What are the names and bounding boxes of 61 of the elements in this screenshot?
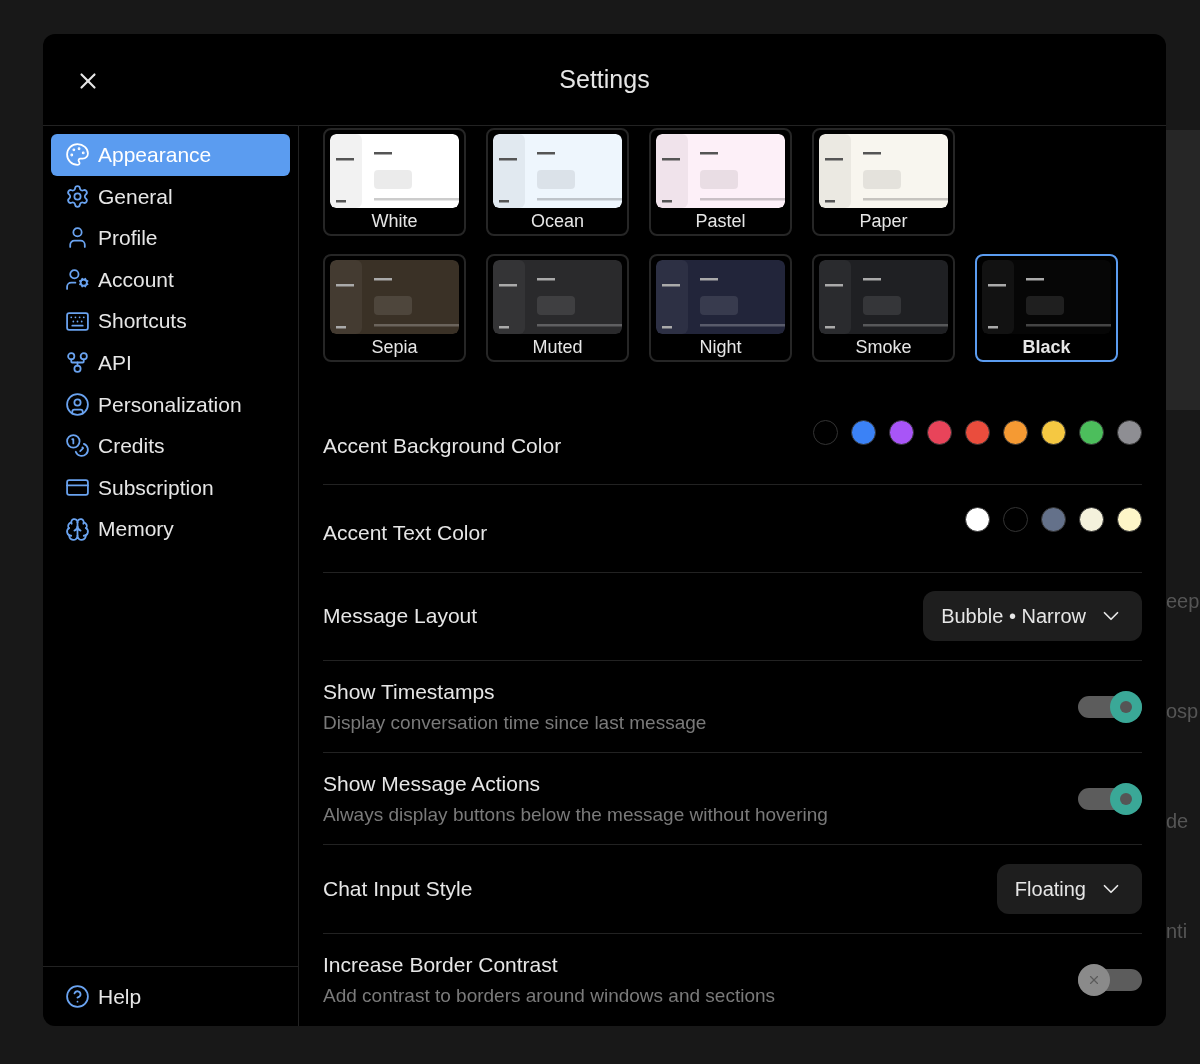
color-swatch[interactable] [1117, 419, 1142, 445]
background-text: de [1166, 809, 1190, 834]
setting-label: Show Timestamps [323, 678, 496, 705]
theme-card[interactable]: Smoke [812, 254, 955, 362]
setting-description: Display conversation time since last message [323, 710, 707, 735]
setting-description: Always display buttons below the message without hovering [323, 802, 828, 827]
coins-icon [65, 433, 90, 459]
help-icon [65, 984, 90, 1009]
background-text: osp [1166, 699, 1200, 724]
setting-label: Accent Background Color [323, 433, 562, 460]
dropdown-button[interactable]: Bubble • Narrow [923, 591, 1142, 642]
user-gear-icon [65, 267, 90, 293]
color-swatch[interactable] [851, 419, 876, 445]
color-swatch[interactable] [1079, 507, 1104, 532]
sidebar-item[interactable]: General [51, 175, 290, 218]
window-title: Settings [559, 63, 650, 95]
color-swatch[interactable] [1041, 507, 1066, 532]
toggle-switch[interactable] [1078, 690, 1142, 723]
sidebar-item[interactable]: Shortcuts [51, 300, 290, 342]
theme-card[interactable]: Muted [486, 254, 629, 362]
sidebar-item[interactable]: Credits [51, 425, 290, 467]
palette-icon [65, 142, 90, 168]
theme-card[interactable]: Night [649, 254, 792, 362]
theme-card[interactable]: Black [975, 254, 1118, 362]
dropdown-button[interactable]: Floating [996, 864, 1142, 915]
color-swatch[interactable] [965, 507, 990, 532]
gear-icon [65, 183, 90, 209]
help-button[interactable]: Help [65, 980, 142, 1013]
user-circle-icon [65, 391, 90, 417]
setting-description: Add contrast to borders around windows and sections [323, 983, 776, 1008]
toggle-switch[interactable] [1078, 782, 1142, 815]
background-text: nti [1166, 919, 1189, 944]
setting-label: Accent Text Color [323, 520, 488, 547]
color-swatch[interactable] [965, 419, 990, 445]
sidebar-item[interactable]: Account [51, 258, 290, 301]
sidebar-item[interactable]: API [51, 341, 290, 384]
background-text: eep [1166, 589, 1200, 614]
sidebar-item[interactable]: Subscription [51, 466, 290, 509]
color-swatch[interactable] [1041, 419, 1066, 445]
color-swatch[interactable] [1079, 419, 1104, 445]
theme-card[interactable]: Sepia [323, 254, 466, 362]
sidebar-item[interactable]: Memory [51, 508, 290, 550]
sidebar-item[interactable]: Personalization [51, 383, 290, 426]
theme-card[interactable]: Pastel [649, 128, 792, 236]
setting-label: Increase Border Contrast [323, 951, 559, 978]
theme-card[interactable]: White [323, 128, 466, 236]
color-swatch[interactable] [1117, 507, 1142, 532]
setting-label: Message Layout [323, 603, 478, 630]
brain-icon [65, 516, 90, 542]
color-swatch[interactable] [927, 419, 952, 445]
color-swatch[interactable] [889, 419, 914, 445]
setting-label: Chat Input Style [323, 876, 473, 903]
color-swatch[interactable] [1003, 507, 1028, 532]
toggle-switch[interactable] [1078, 963, 1142, 996]
fork-icon [65, 350, 90, 376]
theme-card[interactable]: Paper [812, 128, 955, 236]
sidebar-item[interactable]: Profile [51, 217, 290, 259]
setting-label: Show Message Actions [323, 770, 542, 797]
theme-card[interactable]: Ocean [486, 128, 629, 236]
color-swatch[interactable] [1003, 419, 1028, 445]
color-swatch[interactable] [813, 419, 838, 445]
